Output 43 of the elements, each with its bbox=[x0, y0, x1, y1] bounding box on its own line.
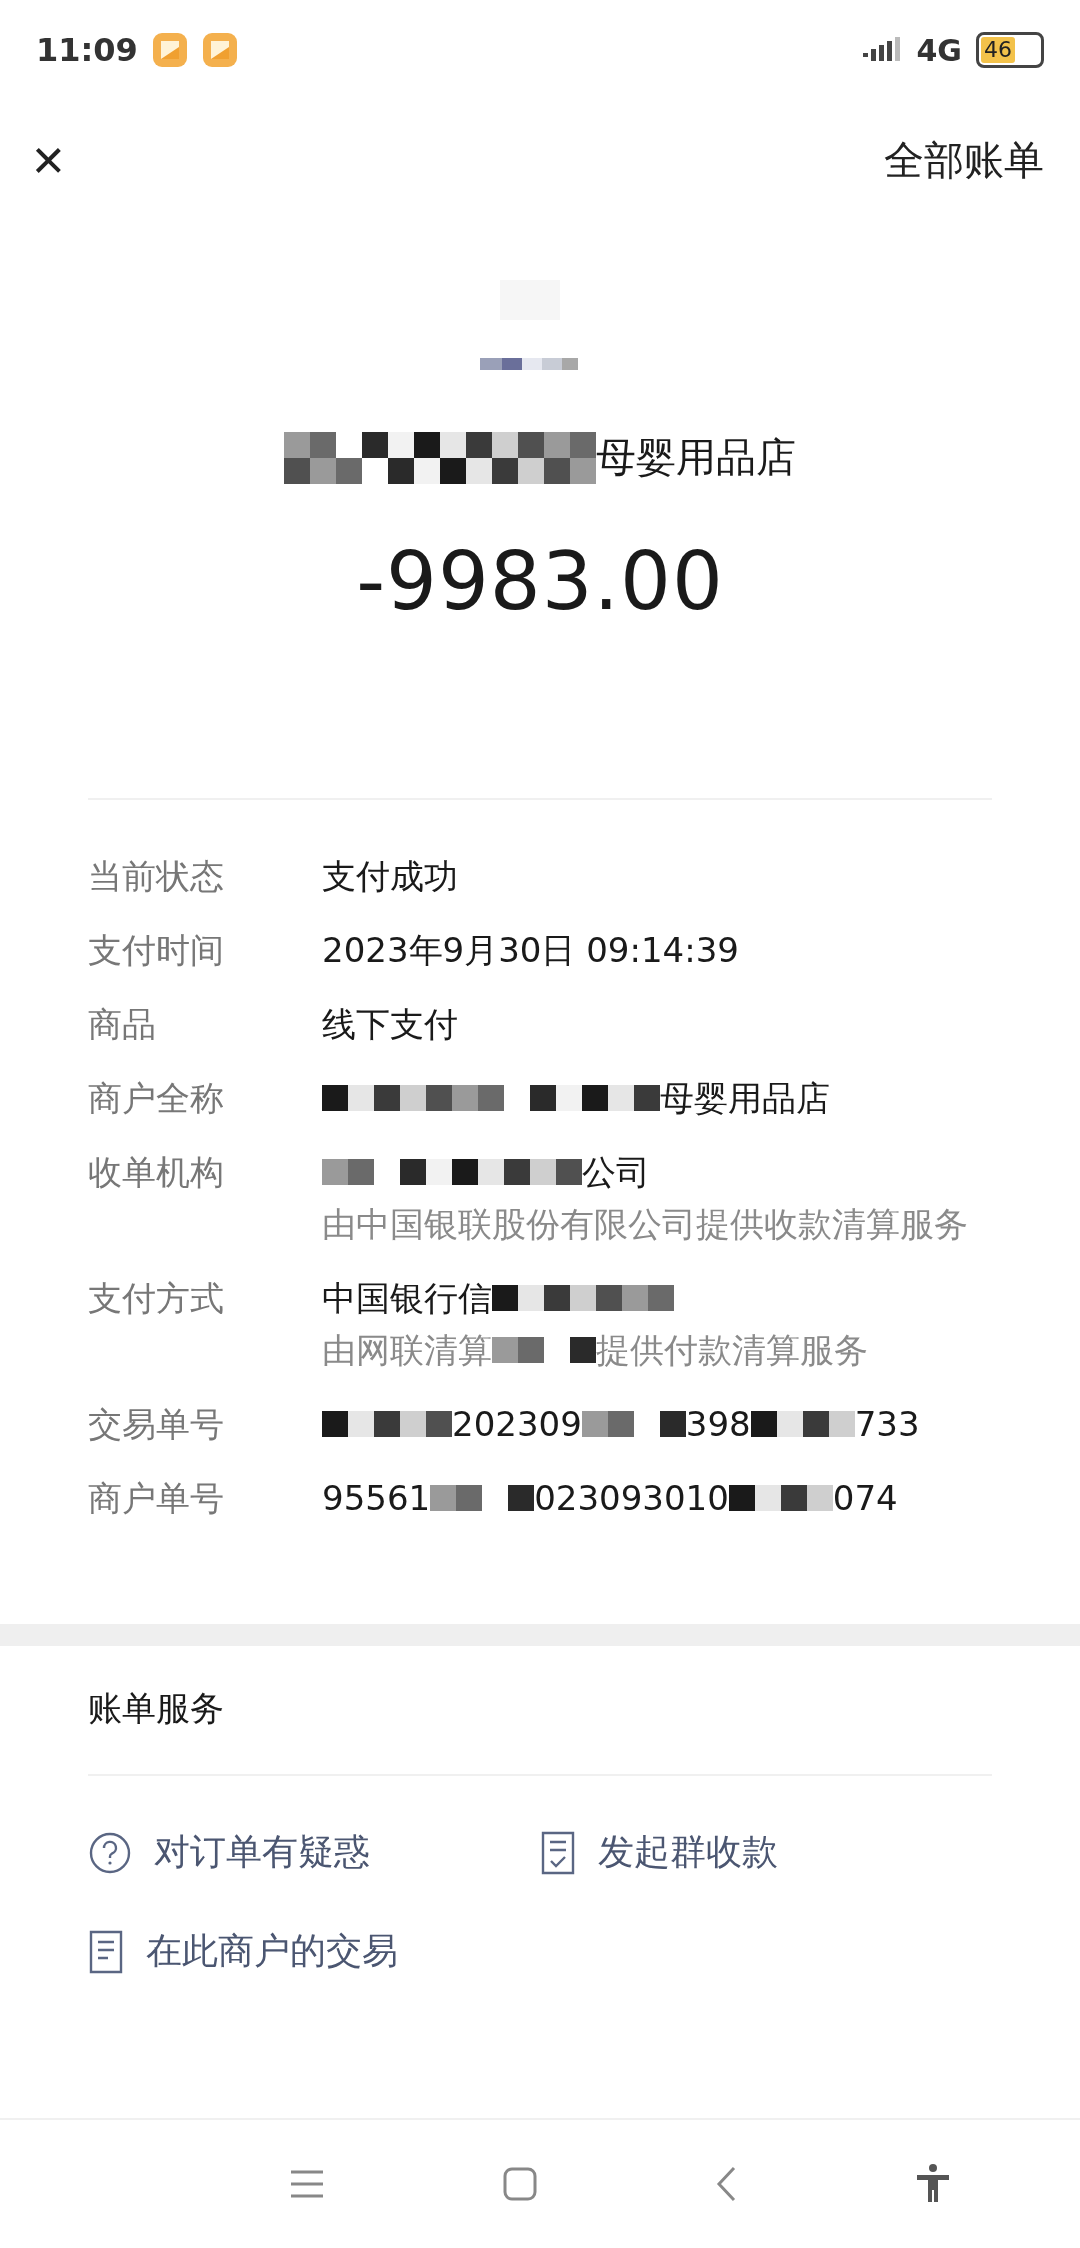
detail-label: 商户单号 bbox=[88, 1477, 225, 1520]
network-label: 4G bbox=[916, 32, 962, 68]
document-icon bbox=[88, 1928, 124, 1975]
detail-text: 中国银行信 bbox=[322, 1277, 492, 1320]
section-title: 账单服务 bbox=[88, 1686, 992, 1776]
notification-icon bbox=[151, 32, 188, 68]
back-icon[interactable] bbox=[715, 2166, 737, 2202]
detail-text: 733 bbox=[854, 1403, 920, 1446]
status-time: 11:09 bbox=[36, 31, 138, 69]
detail-text: 074 bbox=[832, 1477, 898, 1520]
detail-text: 由网联清算 bbox=[322, 1329, 492, 1372]
menu-icon[interactable] bbox=[289, 2169, 325, 2199]
detail-text: 2023年9月30日 09:14:39 bbox=[322, 929, 739, 972]
amount-text: -9983.00 bbox=[356, 535, 724, 628]
battery-icon: 46 bbox=[976, 32, 1044, 68]
accessibility-icon[interactable] bbox=[915, 2164, 951, 2204]
detail-text: 线下支付 bbox=[322, 1003, 458, 1046]
detail-text: 母婴用品店 bbox=[660, 1077, 830, 1120]
detail-text: 提供付款清算服务 bbox=[596, 1329, 868, 1372]
question-icon bbox=[88, 1830, 132, 1875]
all-bills-link[interactable]: 全部账单 bbox=[884, 132, 1044, 188]
detail-label: 商品 bbox=[88, 1003, 157, 1046]
notification-icon bbox=[201, 32, 238, 68]
detail-text: 母婴用品店 bbox=[596, 433, 796, 482]
detail-text: 支付成功 bbox=[322, 855, 458, 898]
detail-text: 95561 bbox=[322, 1477, 431, 1520]
service-link[interactable]: 在此商户的交易 bbox=[88, 1927, 540, 1976]
detail-label: 商户全称 bbox=[88, 1077, 225, 1120]
service-link[interactable]: 发起群收款 bbox=[540, 1828, 992, 1877]
detail-label: 交易单号 bbox=[88, 1403, 225, 1446]
detail-label: 支付时间 bbox=[88, 929, 225, 972]
home-icon[interactable] bbox=[503, 2167, 537, 2201]
detail-text: 由中国银联股份有限公司提供收款清算服务 bbox=[322, 1203, 968, 1246]
detail-label: 收单机构 bbox=[88, 1151, 225, 1194]
checked-document-icon bbox=[540, 1829, 576, 1876]
detail-text: 023093010 bbox=[534, 1477, 729, 1520]
detail-label: 当前状态 bbox=[88, 855, 225, 898]
detail-text: 公司 bbox=[582, 1151, 650, 1194]
detail-label: 支付方式 bbox=[88, 1277, 225, 1320]
detail-text: 398 bbox=[685, 1403, 751, 1446]
close-button[interactable]: × bbox=[32, 132, 65, 188]
service-link[interactable]: 对订单有疑惑 bbox=[88, 1828, 540, 1877]
detail-text: 202309 bbox=[452, 1403, 582, 1446]
